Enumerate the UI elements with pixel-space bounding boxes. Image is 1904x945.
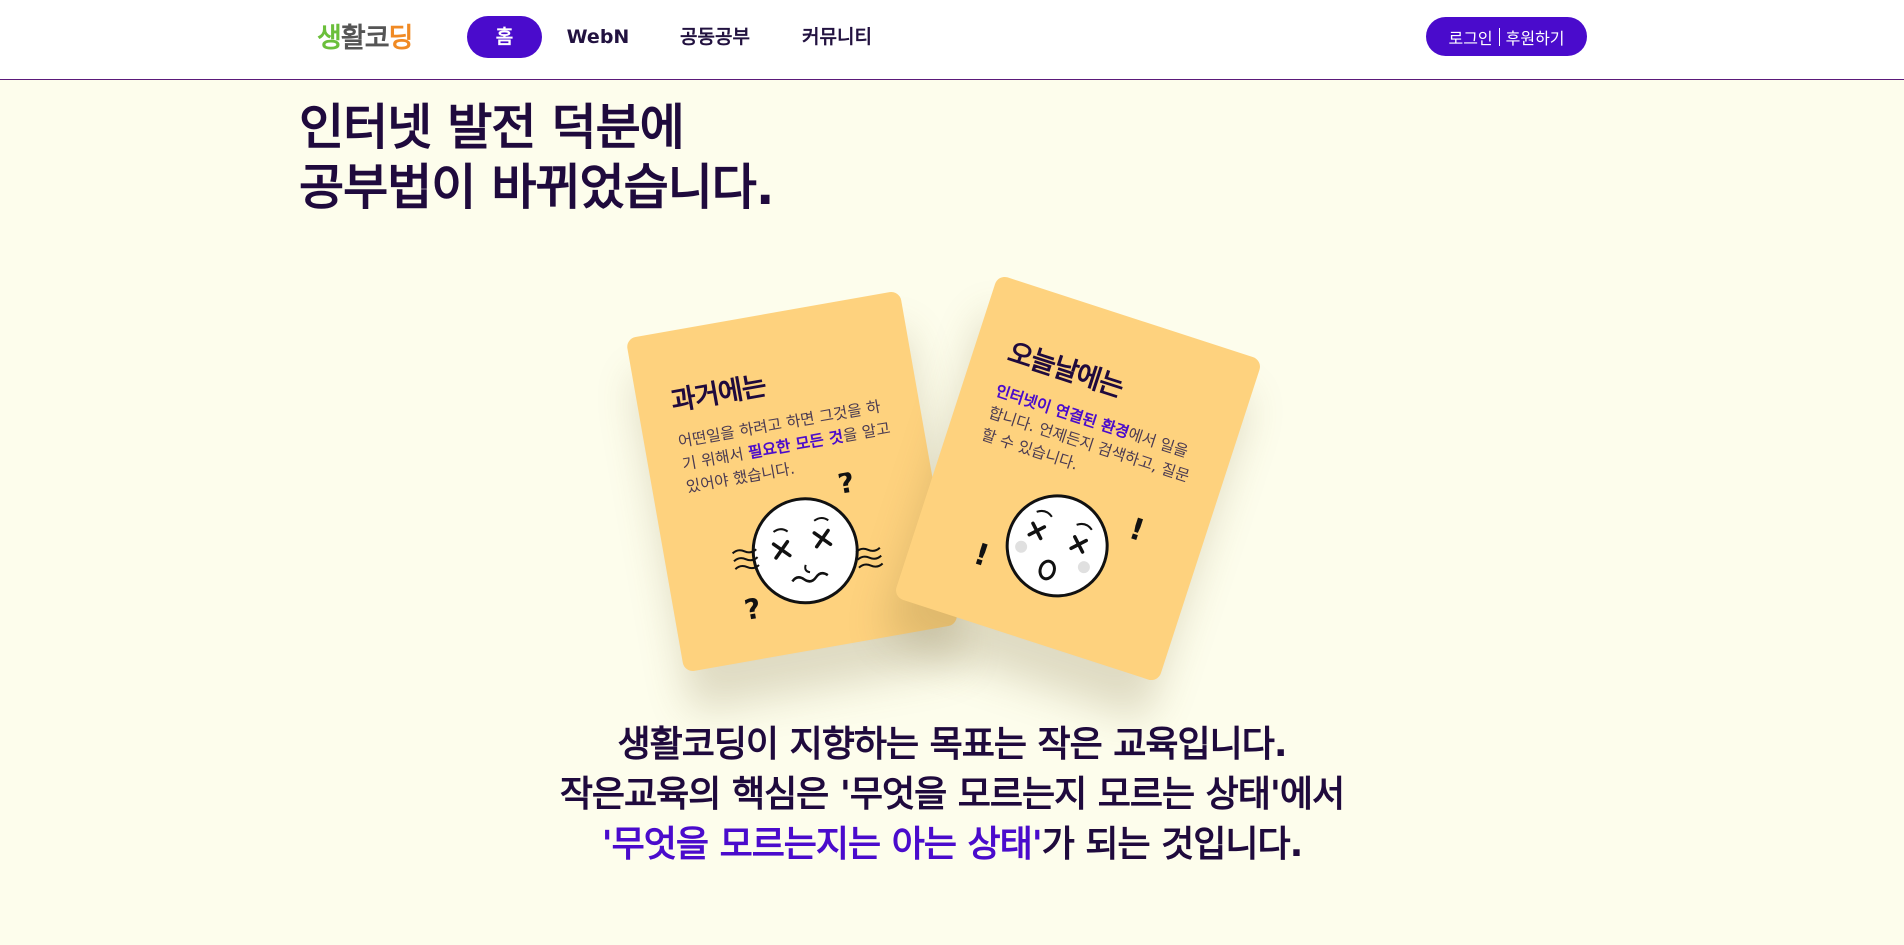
mission-line-2: 작은교육의 핵심은 '무엇을 모르는지 모르는 상태'에서 (559, 774, 1345, 815)
account-buttons: 로그인 후원하기 (1426, 17, 1587, 56)
nav-item-community[interactable]: 커뮤니티 (795, 16, 879, 58)
card-past: 과거에는 어떤일을 하려고 하면 그것을 하기 위해서 필요한 모든 것을 알고… (625, 290, 959, 673)
nav-item-study-together[interactable]: 공동공부 (673, 16, 757, 58)
nav-item-webn[interactable]: WebN (563, 16, 633, 58)
logo-char: 활 (340, 23, 366, 54)
svg-text:!: ! (969, 537, 993, 575)
svg-text:?: ? (742, 592, 764, 627)
login-link[interactable]: 로그인 (1448, 25, 1492, 49)
mission-highlight: '무엇을 모르는지는 아는 상태' (601, 824, 1043, 865)
logo-char: 딩 (388, 23, 414, 54)
logo-char: 코 (364, 23, 390, 54)
hero-line-2: 공부법이 바뀌었습니다. (299, 159, 774, 216)
mission-statement: 생활코딩이 지향하는 목표는 작은 교육입니다. 작은교육의 핵심은 '무엇을 … (0, 720, 1904, 870)
hero-heading: 인터넷 발전 덕분에 공부법이 바뀌었습니다. (299, 98, 774, 218)
nav-item-home[interactable]: 홈 (467, 16, 542, 58)
mission-line-1: 생활코딩이 지향하는 목표는 작은 교육입니다. (617, 724, 1287, 765)
card-past-title: 과거에는 (668, 370, 769, 418)
hero-line-1: 인터넷 발전 덕분에 (299, 99, 685, 156)
svg-text:!: ! (1125, 511, 1149, 549)
sponsor-link[interactable]: 후원하기 (1506, 25, 1565, 49)
logo-char: 생 (317, 23, 342, 54)
mission-line-3-rest: 가 되는 것입니다. (1041, 824, 1304, 865)
mission-line-3: '무엇을 모르는지는 아는 상태'가 되는 것입니다. (0, 820, 1904, 870)
top-navigation-bar: 생활코딩 홈 WebN 공동공부 커뮤니티 로그인 후원하기 (0, 0, 1904, 80)
divider (1498, 27, 1500, 46)
site-logo[interactable]: 생활코딩 (317, 16, 414, 55)
